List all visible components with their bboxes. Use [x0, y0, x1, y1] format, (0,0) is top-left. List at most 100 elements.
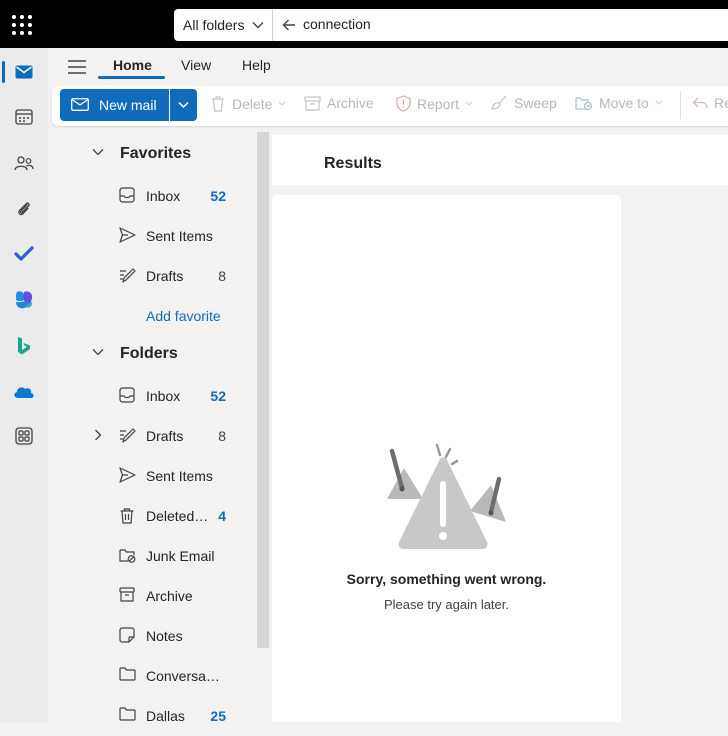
search-input[interactable]: connection [303, 16, 371, 32]
people-app-icon[interactable] [0, 143, 48, 183]
inbox-icon [119, 387, 135, 403]
chevron-down-icon[interactable] [92, 148, 104, 156]
folder-item-deleted[interactable]: Deleted Items 4 [48, 496, 253, 536]
calendar-app-icon[interactable] [0, 97, 48, 137]
junk-icon [119, 547, 136, 563]
move-to-button[interactable]: Move to [575, 95, 663, 111]
folder-label: Deleted Items [146, 508, 210, 524]
results-header: Results [272, 135, 728, 185]
inbox-icon [119, 187, 135, 203]
search-box[interactable]: All folders connection [174, 9, 728, 41]
folder-item-conversation-history[interactable]: Conversation History [48, 656, 253, 696]
app-rail [0, 48, 48, 722]
chevron-right-icon[interactable] [94, 429, 102, 441]
new-mail-button[interactable]: New mail [60, 89, 169, 121]
unread-count: 4 [218, 508, 226, 524]
folder-item-drafts[interactable]: Drafts 8 [48, 416, 253, 456]
folder-label: Archive [146, 588, 193, 604]
folder-label: Sent Items [146, 228, 213, 244]
microsoft365-app-icon[interactable] [0, 280, 48, 320]
results-title: Results [324, 155, 382, 172]
reply-button[interactable]: Re [692, 95, 728, 111]
ribbon: Home View Help New mail Delete Archive R… [48, 48, 728, 132]
folder-pane-scrollbar[interactable] [257, 132, 269, 648]
mail-app-icon[interactable] [0, 52, 48, 92]
move-folder-icon [575, 97, 593, 111]
delete-label: Delete [232, 95, 273, 112]
archive-icon [119, 587, 135, 602]
folder-item-junk[interactable]: Junk Email [48, 536, 253, 576]
bing-app-icon[interactable] [0, 326, 48, 366]
folder-label: Notes [146, 628, 183, 644]
folder-label: Drafts [146, 268, 184, 284]
todo-app-icon[interactable] [0, 234, 48, 274]
tab-home[interactable]: Home [113, 57, 152, 73]
mail-icon [71, 98, 89, 111]
favorite-item-inbox[interactable]: Inbox 52 [48, 176, 253, 216]
results-list: Sorry, something went wrong. Please try … [272, 195, 621, 722]
new-mail-label: New mail [99, 97, 157, 113]
onedrive-app-icon[interactable] [0, 372, 48, 412]
back-arrow-icon[interactable] [282, 18, 296, 32]
favorite-item-drafts[interactable]: Drafts 8 [48, 256, 253, 296]
folder-icon [119, 707, 136, 721]
add-favorite-link[interactable]: Add favorite [146, 308, 221, 324]
folder-label: Conversation History [146, 668, 222, 684]
error-illustration [383, 441, 513, 556]
chevron-down-icon [178, 101, 189, 109]
archive-label: Archive [327, 95, 374, 111]
notes-icon [119, 627, 135, 643]
tab-view[interactable]: View [181, 57, 211, 73]
unread-count: 52 [210, 188, 226, 204]
drafts-icon [119, 427, 136, 443]
item-count: 8 [218, 428, 226, 444]
chevron-down-icon [465, 101, 473, 106]
sent-icon [119, 467, 136, 483]
sweep-label: Sweep [514, 95, 557, 111]
folder-item-sent[interactable]: Sent Items [48, 456, 253, 496]
chevron-down-icon [655, 100, 663, 105]
item-count: 8 [218, 268, 226, 284]
more-apps-icon[interactable] [0, 416, 48, 456]
toolbar: New mail Delete Archive Report Sweep Mov… [52, 86, 728, 126]
folder-item-archive[interactable]: Archive [48, 576, 253, 616]
folder-label: Drafts [146, 428, 184, 444]
chevron-down-icon [252, 20, 264, 30]
new-mail-dropdown-button[interactable] [170, 89, 197, 121]
folder-item-inbox[interactable]: Inbox 52 [48, 376, 253, 416]
folder-item-notes[interactable]: Notes [48, 616, 253, 656]
report-label: Report [417, 95, 460, 112]
search-scope-label: All folders [183, 17, 245, 33]
chevron-down-icon[interactable] [92, 348, 104, 356]
report-button[interactable]: Report [396, 95, 473, 112]
trash-icon [119, 507, 135, 524]
top-bar: All folders connection [0, 0, 728, 48]
folder-item-dallas[interactable]: Dallas 25 [48, 696, 253, 736]
active-tab-indicator [98, 76, 165, 79]
search-scope-dropdown[interactable]: All folders [174, 9, 273, 41]
unread-count: 52 [210, 388, 226, 404]
move-to-label: Move to [599, 95, 649, 111]
folder-label: Junk Email [146, 548, 215, 564]
sweep-button[interactable]: Sweep [491, 95, 557, 111]
reply-icon [692, 97, 708, 109]
error-title: Sorry, something went wrong. [346, 571, 547, 587]
folder-pane: Favorites Inbox 52 Sent Items Drafts 8 A… [48, 132, 270, 724]
shield-icon [396, 95, 411, 112]
broom-icon [491, 95, 507, 110]
attachment-app-icon[interactable] [0, 189, 48, 229]
tab-help[interactable]: Help [242, 57, 271, 73]
archive-button[interactable]: Archive [304, 95, 374, 111]
app-launcher-icon[interactable] [11, 14, 33, 36]
reply-label: Re [714, 95, 728, 111]
sent-icon [119, 227, 136, 243]
favorite-item-sent[interactable]: Sent Items [48, 216, 253, 256]
chevron-down-icon [279, 101, 286, 106]
delete-icon [212, 96, 224, 112]
delete-button[interactable]: Delete [210, 95, 286, 112]
folders-header[interactable]: Folders [120, 345, 178, 363]
drafts-icon [119, 267, 136, 283]
favorites-header[interactable]: Favorites [120, 145, 191, 163]
archive-icon [304, 95, 321, 111]
hamburger-menu-icon[interactable] [68, 60, 86, 74]
